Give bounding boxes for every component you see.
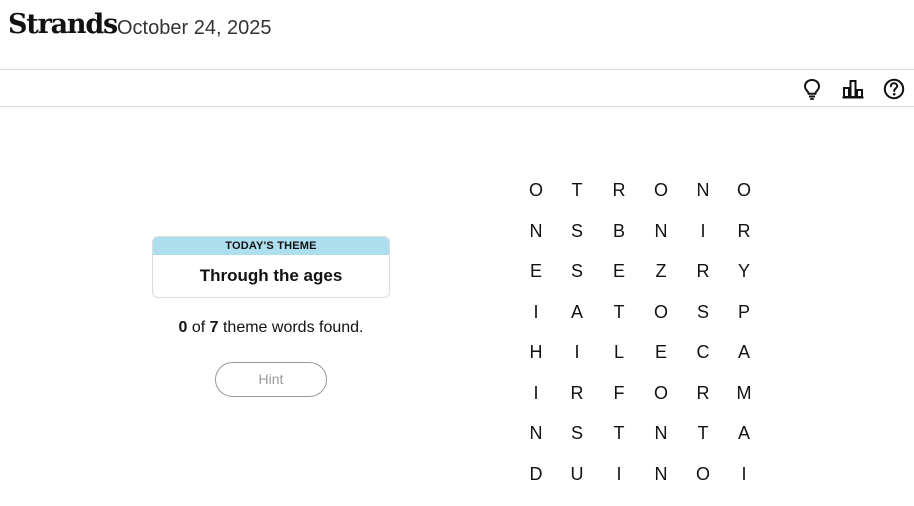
- grid-letter[interactable]: C: [688, 337, 718, 367]
- stats-button[interactable]: [840, 76, 866, 102]
- progress-text: 0 of 7 theme words found.: [152, 319, 390, 337]
- grid-letter[interactable]: I: [688, 216, 718, 246]
- grid-letter[interactable]: N: [688, 175, 718, 205]
- grid-letter[interactable]: L: [604, 337, 634, 367]
- grid-letter[interactable]: N: [521, 418, 551, 448]
- grid-letter[interactable]: S: [562, 256, 592, 286]
- grid-letter[interactable]: H: [521, 337, 551, 367]
- grid-letter[interactable]: E: [604, 256, 634, 286]
- toolbar: [0, 70, 914, 107]
- grid-letter[interactable]: I: [604, 459, 634, 489]
- grid-letter[interactable]: N: [521, 216, 551, 246]
- grid-letter[interactable]: T: [604, 418, 634, 448]
- theme-title: Through the ages: [199, 266, 343, 285]
- lightbulb-icon: [803, 78, 821, 100]
- app-header: Strands October 24, 2025: [0, 0, 914, 70]
- grid-letter[interactable]: S: [688, 297, 718, 327]
- grid-letter[interactable]: S: [562, 418, 592, 448]
- grid-letter[interactable]: E: [646, 337, 676, 367]
- grid-letter[interactable]: S: [562, 216, 592, 246]
- grid-letter[interactable]: O: [646, 297, 676, 327]
- grid-letter[interactable]: P: [729, 297, 759, 327]
- grid-letter[interactable]: O: [688, 459, 718, 489]
- grid-letter[interactable]: E: [521, 256, 551, 286]
- theme-label: TODAY'S THEME: [153, 237, 389, 255]
- grid-letter[interactable]: T: [604, 297, 634, 327]
- grid-letter[interactable]: T: [688, 418, 718, 448]
- progress-of: of: [187, 319, 210, 336]
- hint-lightbulb-button[interactable]: [799, 76, 825, 102]
- grid-letter[interactable]: T: [562, 175, 592, 205]
- grid-letter[interactable]: O: [646, 378, 676, 408]
- grid-letter[interactable]: U: [562, 459, 592, 489]
- help-button[interactable]: [881, 76, 907, 102]
- grid-letter[interactable]: I: [521, 378, 551, 408]
- grid-letter[interactable]: I: [562, 337, 592, 367]
- hint-button[interactable]: Hint: [215, 362, 327, 397]
- grid-letter[interactable]: N: [646, 459, 676, 489]
- grid-letter[interactable]: O: [729, 175, 759, 205]
- grid-letter[interactable]: R: [688, 378, 718, 408]
- grid-letter[interactable]: O: [646, 175, 676, 205]
- grid-letter[interactable]: R: [604, 175, 634, 205]
- grid-letter[interactable]: R: [562, 378, 592, 408]
- grid-letter[interactable]: M: [729, 378, 759, 408]
- brand-logo[interactable]: Strands: [8, 9, 118, 40]
- theme-card: TODAY'S THEME Through the ages: [152, 236, 390, 298]
- grid-letter[interactable]: Y: [729, 256, 759, 286]
- grid-letter[interactable]: B: [604, 216, 634, 246]
- grid-letter[interactable]: O: [521, 175, 551, 205]
- grid-letter[interactable]: R: [729, 216, 759, 246]
- help-icon: [883, 78, 905, 100]
- grid-letter[interactable]: N: [646, 418, 676, 448]
- grid-letter[interactable]: I: [729, 459, 759, 489]
- total-count: 7: [209, 319, 219, 336]
- grid-letter[interactable]: F: [604, 378, 634, 408]
- grid-letter[interactable]: I: [521, 297, 551, 327]
- progress-suffix: theme words found.: [218, 319, 364, 336]
- grid-letter[interactable]: A: [729, 337, 759, 367]
- grid-letter[interactable]: Z: [646, 256, 676, 286]
- puzzle-date: October 24, 2025: [117, 17, 272, 39]
- grid-letter[interactable]: D: [521, 459, 551, 489]
- stats-icon: [842, 80, 864, 99]
- grid-letter[interactable]: N: [646, 216, 676, 246]
- grid-letter[interactable]: R: [688, 256, 718, 286]
- grid-letter[interactable]: A: [729, 418, 759, 448]
- grid-letter[interactable]: A: [562, 297, 592, 327]
